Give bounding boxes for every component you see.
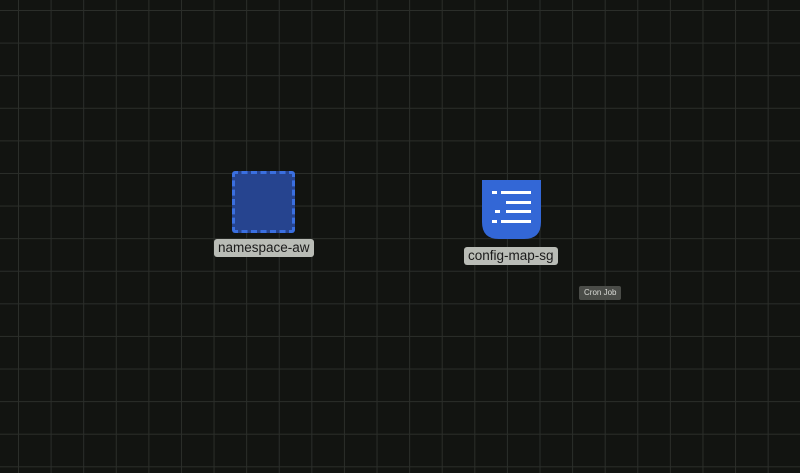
namespace-node[interactable]: [232, 171, 295, 233]
cron-job-tag[interactable]: Cron Job: [579, 286, 622, 300]
namespace-node-label: namespace-aw: [214, 239, 314, 257]
config-map-node-label: config-map-sg: [464, 247, 558, 265]
config-map-icon[interactable]: [482, 180, 541, 239]
diagram-canvas[interactable]: namespace-aw config-map-sg Cron Job: [0, 0, 800, 473]
